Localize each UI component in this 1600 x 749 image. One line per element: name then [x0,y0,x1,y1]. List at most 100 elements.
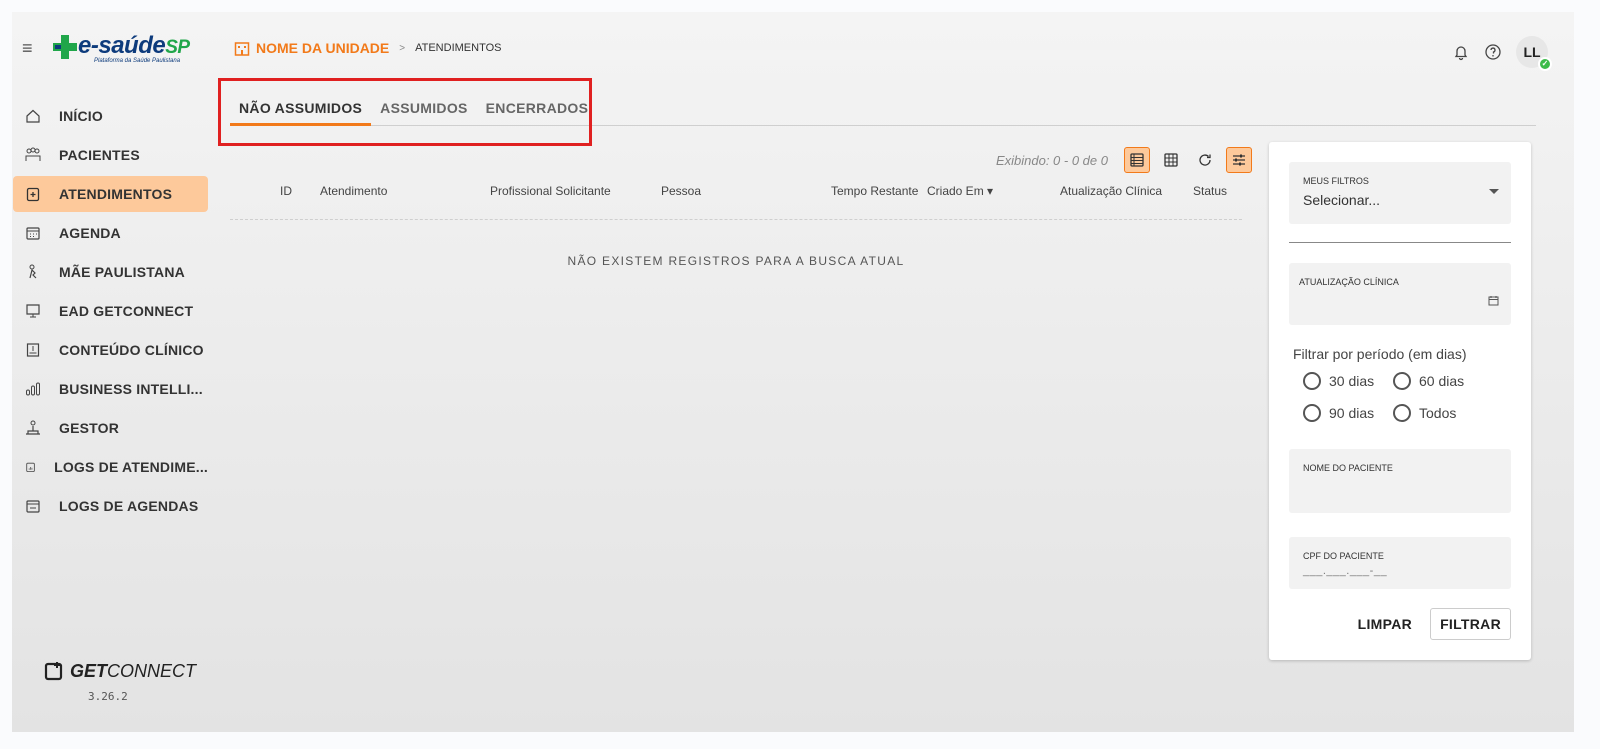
avatar-initials: LL [1523,44,1541,60]
radio-90-dias[interactable]: 90 dias [1303,404,1374,422]
sidebar-item-business-intelligence[interactable]: BUSINESS INTELLI... [13,371,208,407]
filter-toggle-button[interactable] [1226,147,1252,173]
column-atualizacao-clinica[interactable]: Atualização Clínica [1060,184,1162,198]
clinical-update-date-field[interactable]: ATUALIZAÇÃO CLÍNICA [1289,263,1511,325]
radio-60-dias[interactable]: 60 dias [1393,372,1464,390]
menu-icon[interactable]: ≡ [22,39,38,57]
online-status-icon: ✓ [1538,57,1552,71]
radio-circle [1303,404,1321,422]
home-icon [26,109,40,123]
pagination-summary: Exibindo: 0 - 0 de 0 [995,152,1108,168]
app-frame: ≡ e-saúdeSP Plataforma da Saúde Paulista… [12,12,1574,732]
sidebar-item-ead-getconnect[interactable]: EAD GETCONNECT [13,293,208,329]
sidebar-item-label: BUSINESS INTELLI... [59,381,203,397]
filters-divider [1289,242,1511,243]
getconnect-icon [44,662,63,681]
my-filters-select[interactable]: MEUS FILTROS Selecionar... [1289,162,1511,224]
sidebar-item-label: INÍCIO [59,108,103,124]
clinical-update-label: ATUALIZAÇÃO CLÍNICA [1299,277,1399,287]
filter-actions: LIMPAR FILTRAR [1352,608,1511,640]
sidebar-item-gestor[interactable]: GESTOR [13,410,208,446]
chart-icon [26,382,40,396]
sidebar-item-label: CONTEÚDO CLÍNICO [59,342,204,358]
column-profissional[interactable]: Profissional Solicitante [490,184,611,198]
sliders-icon [1233,154,1245,166]
filter-button[interactable]: FILTRAR [1430,608,1511,640]
radio-todos[interactable]: Todos [1393,404,1456,422]
table-header: ID Atendimento Profissional Solicitante … [230,180,1242,220]
grid-view-icon [1164,153,1178,167]
sidebar-item-pacientes[interactable]: PACIENTES [13,137,208,173]
sidebar-item-logs-atendimentos[interactable]: LOGS DE ATENDIME... [13,449,208,485]
breadcrumb-separator: > [399,42,406,54]
column-status[interactable]: Status [1193,184,1227,198]
sidebar-item-label: LOGS DE AGENDAS [59,498,199,514]
sidebar-item-atendimentos[interactable]: ATENDIMENTOS [13,176,208,212]
refresh-icon [1199,154,1211,166]
column-atendimento[interactable]: Atendimento [320,184,387,198]
radio-30-dias[interactable]: 30 dias [1303,372,1374,390]
filters-panel: MEUS FILTROS Selecionar... ATUALIZAÇÃO C… [1269,142,1531,660]
top-actions: LL ✓ [1452,36,1552,71]
logo-tagline: Plataforma da Saúde Paulistana [94,58,181,64]
clipboard-icon [26,187,40,202]
radio-circle [1393,372,1411,390]
patient-name-field[interactable]: NOME DO PACIENTE [1289,449,1511,513]
sidebar-item-label: GESTOR [59,420,120,436]
manager-icon [26,420,40,435]
column-tempo-restante[interactable]: Tempo Restante [831,184,918,198]
refresh-button[interactable] [1192,147,1218,173]
chevron-down-icon [1489,189,1499,194]
clear-button[interactable]: LIMPAR [1352,610,1418,638]
column-id[interactable]: ID [280,184,292,198]
calendar-icon [26,227,40,240]
sidebar-item-label: AGENDA [59,225,121,241]
logo-brand: e-saúdeSP [78,32,190,59]
mother-icon [29,264,37,279]
patient-cpf-field[interactable]: CPF DO PACIENTE ___.___.___-__ [1289,537,1511,589]
ead-icon [26,304,40,318]
patient-cpf-placeholder: ___.___.___-__ [1303,565,1388,577]
bell-icon[interactable] [1452,43,1470,61]
radio-circle [1393,404,1411,422]
log-calendar-icon [26,500,40,513]
radio-circle [1303,372,1321,390]
sidebar-item-logs-agendas[interactable]: LOGS DE AGENDAS [13,488,208,524]
book-icon [26,343,40,357]
log-chart-icon [26,462,35,472]
getconnect-logo: GETCONNECT [44,660,196,682]
sidebar-item-label: LOGS DE ATENDIME... [54,459,208,475]
empty-state-message: NÃO EXISTEM REGISTROS PARA A BUSCA ATUAL [567,254,905,268]
avatar[interactable]: LL ✓ [1516,36,1552,71]
building-icon [234,42,250,56]
my-filters-value: Selecionar... [1303,192,1381,208]
sidebar-item-mae-paulistana[interactable]: MÃE PAULISTANA [13,254,208,290]
sidebar-item-label: MÃE PAULISTANA [59,264,185,280]
breadcrumb-page: ATENDIMENTOS [415,42,502,54]
highlight-annotation [218,78,592,146]
sidebar: INÍCIO PACIENTES ATENDIMENTOS AGENDA MÃE… [12,98,208,527]
period-filter-title: Filtrar por período (em dias) [1293,346,1467,362]
grid-view-button[interactable] [1158,147,1184,173]
breadcrumb-unit[interactable]: NOME DA UNIDADE [256,40,389,56]
esaude-logo[interactable]: e-saúdeSP Plataforma da Saúde Paulistana [52,32,202,68]
breadcrumb: NOME DA UNIDADE > ATENDIMENTOS [234,40,502,56]
app-version: 3.26.2 [88,690,128,703]
sidebar-item-conteudo-clinico[interactable]: CONTEÚDO CLÍNICO [13,332,208,368]
my-filters-label: MEUS FILTROS [1303,176,1369,186]
patient-name-label: NOME DO PACIENTE [1303,463,1393,473]
sidebar-item-inicio[interactable]: INÍCIO [13,98,208,134]
patients-icon [25,147,41,161]
calendar-icon[interactable] [1488,295,1499,306]
sidebar-item-agenda[interactable]: AGENDA [13,215,208,251]
patient-cpf-label: CPF DO PACIENTE [1303,551,1384,561]
sidebar-item-label: ATENDIMENTOS [59,186,173,202]
getconnect-wordmark: GETCONNECT [70,660,197,681]
list-view-icon [1130,153,1144,167]
column-pessoa[interactable]: Pessoa [661,184,701,198]
help-icon[interactable] [1484,43,1502,61]
sidebar-item-label: PACIENTES [59,147,140,163]
list-view-button[interactable] [1124,147,1150,173]
sidebar-item-label: EAD GETCONNECT [59,303,194,319]
column-criado-em[interactable]: Criado Em ▾ [927,184,993,198]
